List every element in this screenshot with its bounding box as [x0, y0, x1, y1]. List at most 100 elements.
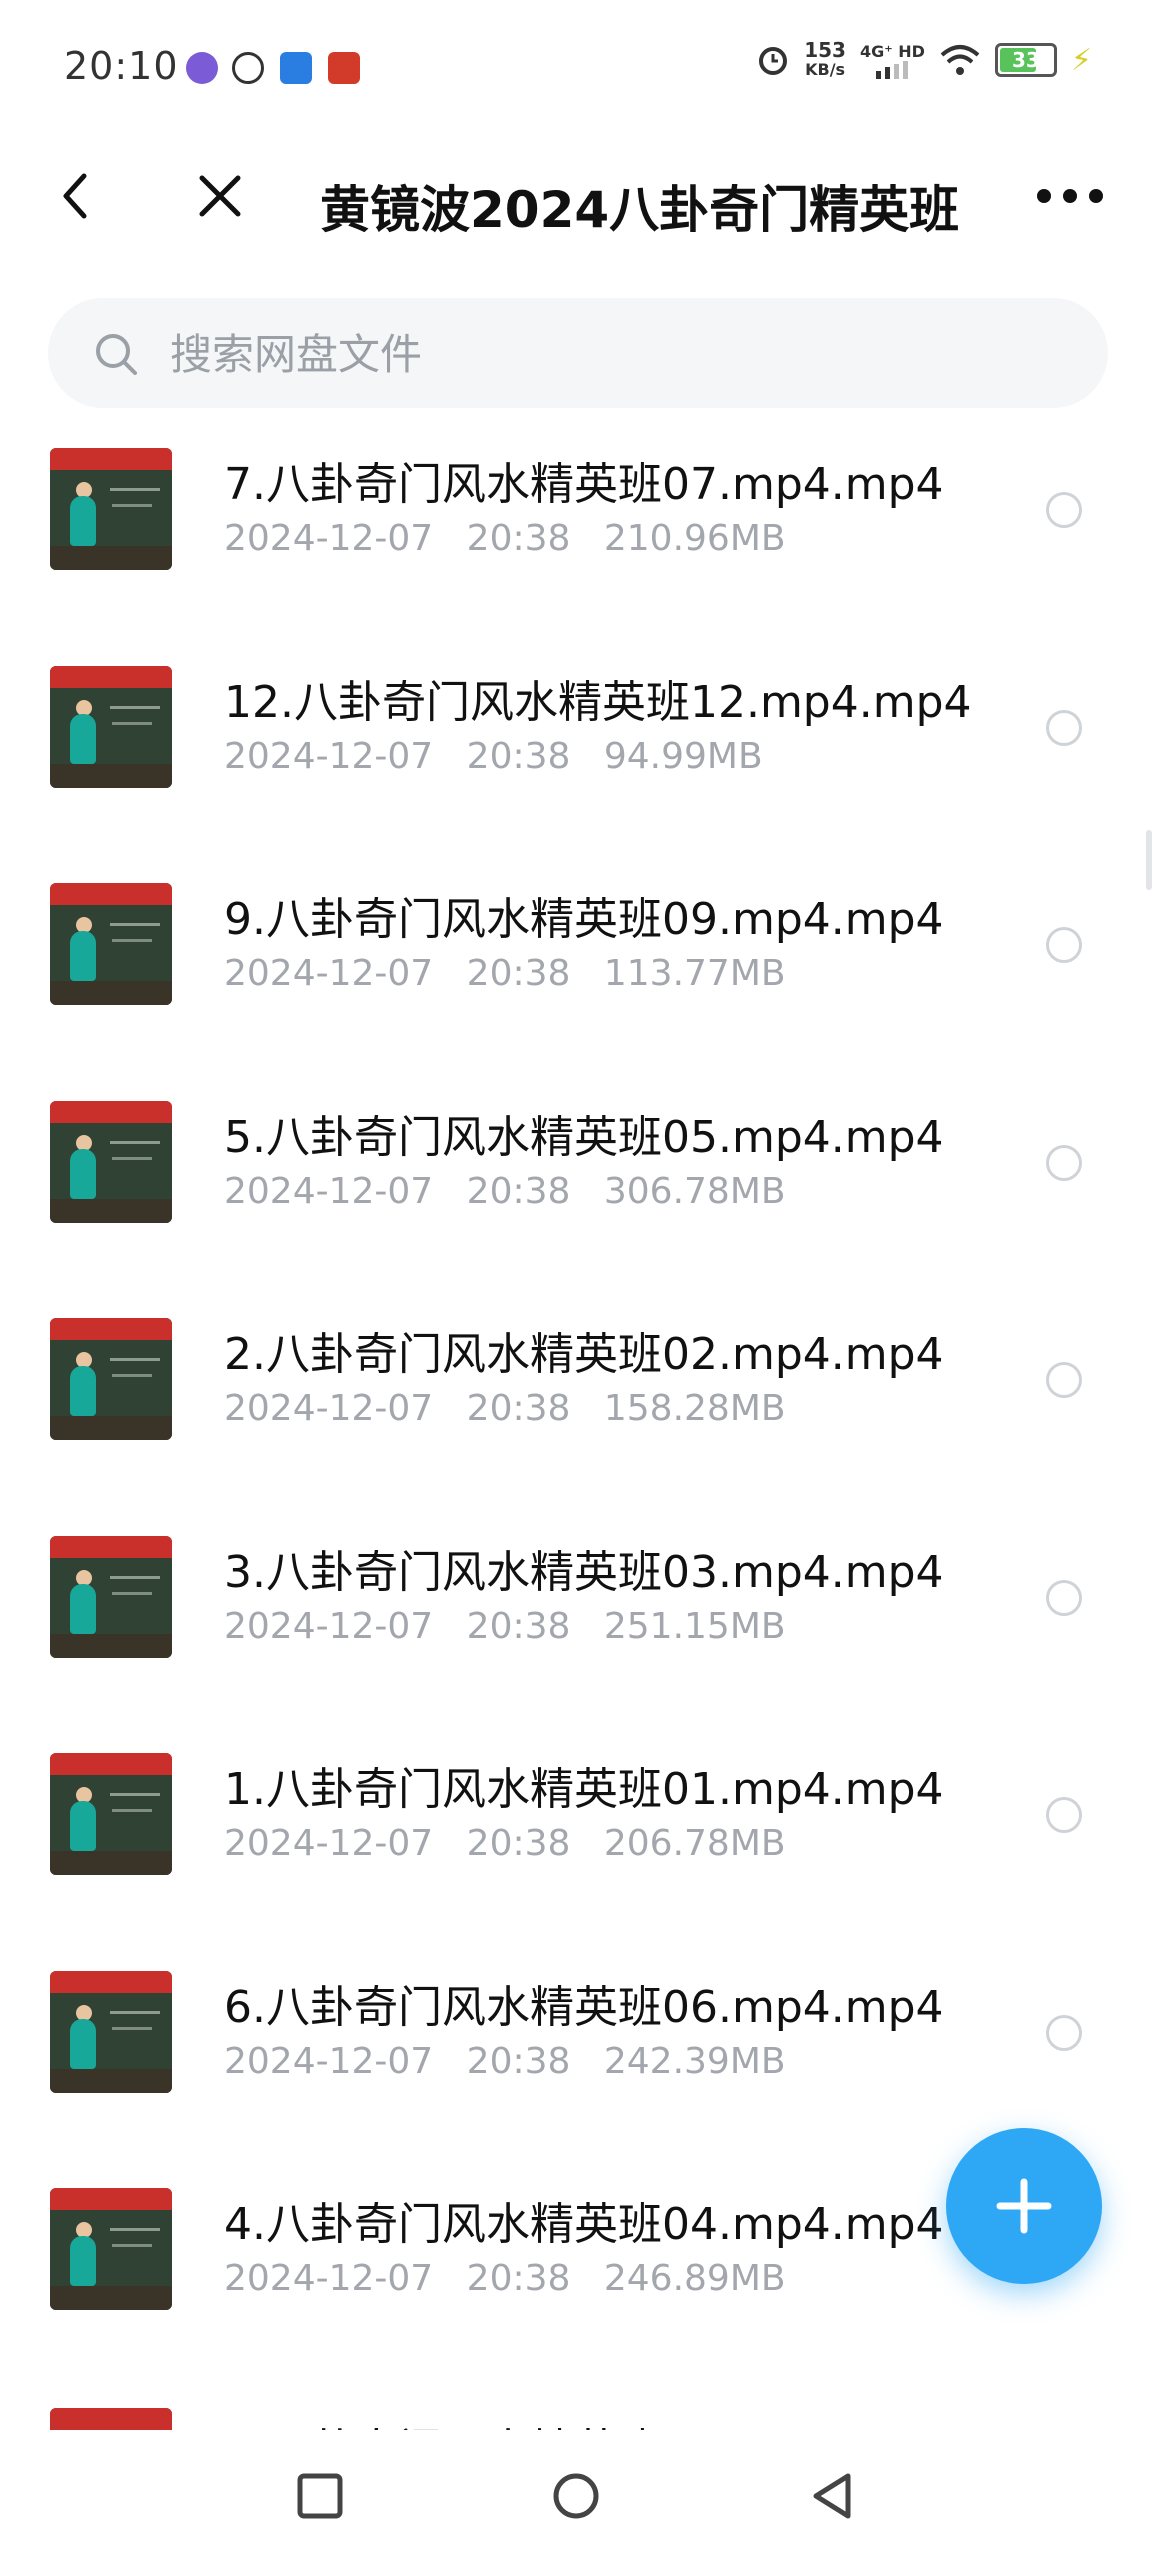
thumbnail-chalk: [112, 939, 152, 942]
video-thumbnail: [50, 1970, 172, 2093]
thumbnail-audience: [50, 546, 172, 570]
thumbnail-banner: [50, 1100, 172, 1123]
file-size: 206.78MB: [603, 1823, 786, 1864]
video-thumbnail: [50, 2188, 172, 2310]
file-row[interactable]: 9.八卦奇门风水精英班09.mp4.mp4 2024-12-07 20:38 1…: [0, 865, 1152, 1083]
file-size: 242.39MB: [603, 2040, 786, 2082]
thumbnail-banner: [50, 1535, 172, 1558]
thumbnail-banner: [50, 883, 172, 905]
thumbnail-teacher: [70, 2018, 96, 2069]
add-button[interactable]: [946, 2128, 1102, 2284]
video-thumbnail: [50, 448, 172, 570]
battery-level: 33: [1012, 48, 1040, 72]
file-time: 20:38: [466, 1823, 571, 1864]
file-row[interactable]: 2.八卦奇门风水精英班02.mp4.mp4 2024-12-07 20:38 1…: [0, 1300, 1152, 1518]
more-icon[interactable]: [1030, 166, 1110, 226]
select-checkbox[interactable]: [1046, 1579, 1082, 1616]
select-checkbox[interactable]: [1046, 709, 1082, 746]
home-circle-icon[interactable]: [550, 2470, 602, 2522]
file-row[interactable]: 3.八卦奇门风水精英班03.mp4.mp4 2024-12-07 20:38 2…: [0, 1518, 1152, 1736]
recents-square-icon[interactable]: [294, 2470, 346, 2522]
news-app-icon: [280, 52, 312, 84]
thumbnail-chalk: [110, 1140, 160, 1144]
thumbnail-audience: [50, 1633, 172, 1658]
thumbnail-chalk: [110, 1793, 160, 1796]
thumbnail-blackboard: [50, 1340, 172, 1416]
file-name: 6.八卦奇门风水精英班06.mp4.mp4: [224, 1981, 944, 2033]
infinity-app-icon: [186, 52, 218, 84]
select-checkbox[interactable]: [1046, 1362, 1082, 1398]
thumbnail-chalk: [112, 504, 152, 507]
file-name: 3.八卦奇门风水精英班03.mp4.mp4: [224, 1546, 944, 1598]
file-time: 20:38: [466, 953, 571, 994]
file-date: 2024-12-07: [224, 518, 434, 559]
file-date: 2024-12-07: [224, 953, 434, 994]
thumbnail-banner: [50, 665, 172, 688]
file-time: 20:38: [466, 1605, 571, 1647]
file-date: 2024-12-07: [224, 1605, 434, 1647]
file-row[interactable]: 5.八卦奇门风水精英班05.mp4.mp4 2024-12-07 20:38 3…: [0, 1083, 1152, 1301]
thumbnail-blackboard: [50, 687, 172, 764]
search-bar[interactable]: [48, 298, 1108, 408]
file-row[interactable]: 6.八卦奇门风水精英班06.mp4.mp4 2024-12-07 20:38 2…: [0, 1953, 1152, 2171]
file-size: 306.78MB: [603, 1170, 786, 1212]
file-meta: 2024-12-07 20:38 158.28MB: [224, 1388, 808, 1429]
thumbnail-blackboard: [50, 2210, 172, 2286]
thumbnail-audience: [50, 2068, 172, 2093]
search-icon: [96, 334, 137, 375]
charging-icon: ⚡: [1070, 42, 1092, 78]
signal-icon: 4G⁺ HD: [860, 42, 925, 79]
thumbnail-chalk: [112, 1156, 152, 1160]
file-row[interactable]: 12.八卦奇门风水精英班12.mp4.mp4 2024-12-07 20:38 …: [0, 648, 1152, 866]
thumbnail-banner: [50, 2408, 172, 2430]
file-meta: 2024-12-07 20:38 242.39MB: [224, 2041, 808, 2082]
select-checkbox[interactable]: [1046, 927, 1082, 963]
thumbnail-teacher: [70, 931, 96, 981]
thumbnail-teacher: [70, 1366, 96, 1416]
thumbnail-audience: [50, 1416, 172, 1440]
search-input[interactable]: [168, 320, 1052, 388]
thumbnail-banner: [50, 1318, 172, 1340]
thumbnail-blackboard: [50, 1557, 172, 1634]
file-time: 20:38: [466, 518, 571, 559]
file-time: 20:38: [466, 735, 571, 777]
file-meta: 2024-12-07 20:38 113.77MB: [224, 953, 808, 994]
file-size: 94.99MB: [603, 735, 763, 777]
thumbnail-blackboard: [50, 1992, 172, 2069]
speed-unit: KB/s: [805, 60, 846, 79]
video-thumbnail: [50, 665, 172, 788]
video-thumbnail: [50, 1318, 172, 1440]
thumbnail-banner: [50, 2188, 172, 2210]
page-title: 黄镜波2024八卦奇门精英班: [320, 181, 960, 239]
close-icon[interactable]: [190, 166, 250, 226]
select-checkbox[interactable]: [1046, 2014, 1082, 2051]
thumbnail-chalk: [112, 1374, 152, 1377]
partial-file-row[interactable]: 8.八卦奇门风水精英班08.mp4.mp4: [0, 2408, 1152, 2430]
select-checkbox[interactable]: [1046, 492, 1082, 528]
thumbnail-audience: [50, 1851, 172, 1875]
status-time: 20:10: [64, 44, 179, 88]
file-date: 2024-12-07: [224, 2040, 434, 2082]
file-row[interactable]: 1.八卦奇门风水精英班01.mp4.mp4 2024-12-07 20:38 2…: [0, 1735, 1152, 1953]
edge-scroll-handle[interactable]: [1146, 830, 1152, 890]
file-row[interactable]: 7.八卦奇门风水精英班07.mp4.mp4 2024-12-07 20:38 2…: [0, 430, 1152, 648]
select-checkbox[interactable]: [1046, 1144, 1082, 1181]
k-app-icon: [232, 52, 264, 84]
thumbnail-teacher: [70, 1583, 96, 1634]
back-icon[interactable]: [46, 166, 106, 226]
thumbnail-chalk: [110, 1575, 160, 1579]
file-list: 7.八卦奇门风水精英班07.mp4.mp4 2024-12-07 20:38 2…: [0, 430, 1152, 2430]
file-size: 251.15MB: [603, 1605, 786, 1647]
file-meta: 2024-12-07 20:38 246.89MB: [224, 2258, 808, 2299]
file-name: 12.八卦奇门风水精英班12.mp4.mp4: [224, 676, 972, 728]
file-size: 210.96MB: [603, 518, 786, 559]
file-size: 113.77MB: [603, 953, 786, 994]
back-triangle-icon[interactable]: [806, 2470, 858, 2522]
status-right: 153 KB/s 4G⁺ HD 33 ⚡: [756, 40, 1092, 80]
file-date: 2024-12-07: [224, 2258, 434, 2299]
file-meta: 2024-12-07 20:38 210.96MB: [224, 518, 808, 559]
thumbnail-blackboard: [50, 1775, 172, 1851]
file-meta: 2024-12-07 20:38 94.99MB: [224, 736, 785, 777]
video-thumbnail: [50, 1753, 172, 1875]
select-checkbox[interactable]: [1046, 1797, 1082, 1833]
